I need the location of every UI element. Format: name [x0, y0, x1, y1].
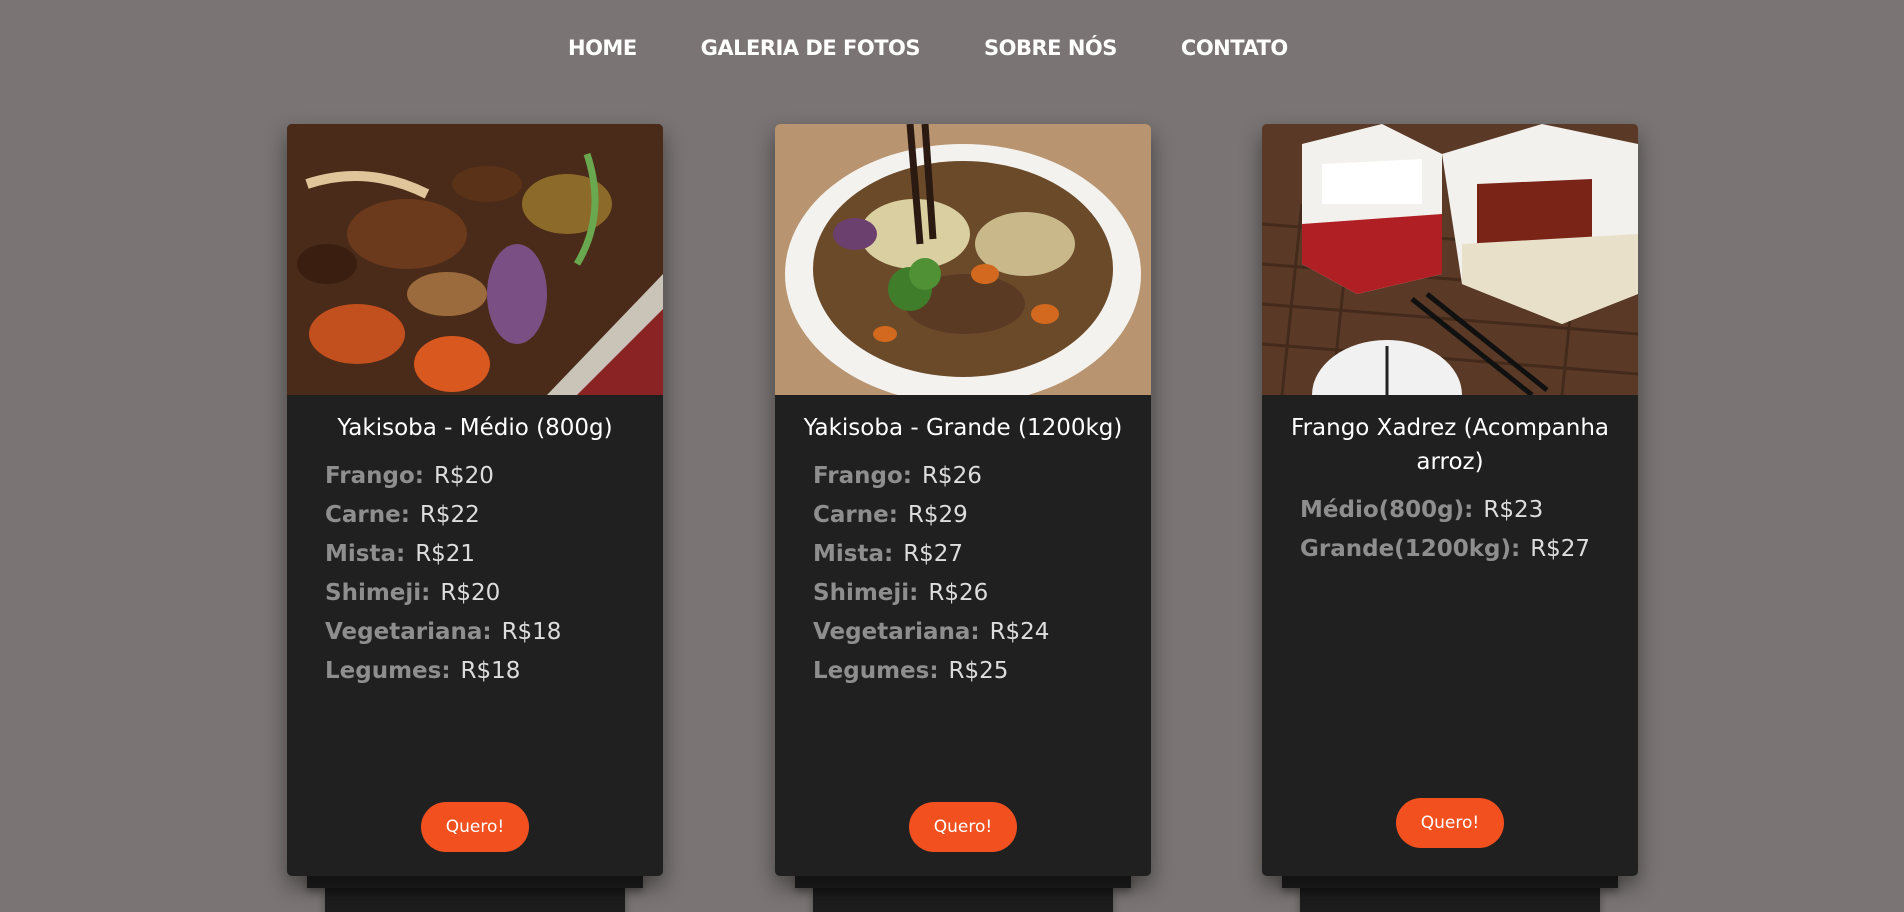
- price-value: R$24: [989, 619, 1050, 645]
- card-stack-shadow: [307, 874, 643, 888]
- price-value: R$20: [433, 463, 494, 489]
- card-stack-shadow: [325, 886, 625, 912]
- price-value: R$23: [1483, 497, 1544, 523]
- price-row: Vegetariana: R$18: [325, 613, 663, 652]
- price-list: Frango: R$20 Carne: R$22 Mista: R$21 Shimej…: [287, 457, 663, 691]
- price-row: Mista: R$27: [813, 535, 1151, 574]
- card-body: Frango Xadrez (Acompanha arroz) Médio(80…: [1262, 124, 1638, 876]
- price-label: Médio(800g):: [1300, 497, 1474, 523]
- price-value: R$26: [921, 463, 982, 489]
- main-nav: HOME GALERIA DE FOTOS SOBRE NÓS CONTATO: [568, 36, 1352, 60]
- price-list: Frango: R$26 Carne: R$29 Mista: R$27 Shimej…: [775, 457, 1151, 691]
- price-label: Legumes:: [325, 658, 451, 684]
- card-body: Yakisoba - Grande (1200kg) Frango: R$26 C…: [775, 124, 1151, 876]
- price-row: Grande(1200kg): R$27: [1300, 530, 1638, 569]
- price-row: Carne: R$22: [325, 496, 663, 535]
- price-row: Carne: R$29: [813, 496, 1151, 535]
- price-value: R$26: [928, 580, 989, 606]
- price-row: Frango: R$26: [813, 457, 1151, 496]
- price-value: R$18: [460, 658, 521, 684]
- card-title: Yakisoba - Grande (1200kg): [803, 415, 1123, 441]
- order-button[interactable]: Quero!: [1396, 798, 1504, 848]
- price-label: Vegetariana:: [325, 619, 492, 645]
- price-row: Shimeji: R$20: [325, 574, 663, 613]
- price-value: R$29: [907, 502, 968, 528]
- price-label: Mista:: [325, 541, 406, 567]
- price-row: Legumes: R$18: [325, 652, 663, 691]
- price-value: R$27: [903, 541, 964, 567]
- frango-xadrez-photo: [1262, 124, 1638, 395]
- price-label: Shimeji:: [813, 580, 919, 606]
- page: HOME GALERIA DE FOTOS SOBRE NÓS CONTATO: [0, 0, 1904, 912]
- card-stack-shadow: [1300, 886, 1600, 912]
- price-row: Médio(800g): R$23: [1300, 491, 1638, 530]
- price-list: Médio(800g): R$23 Grande(1200kg): R$27: [1262, 491, 1638, 569]
- price-row: Shimeji: R$26: [813, 574, 1151, 613]
- card-title: Frango Xadrez (Acompanha arroz): [1291, 415, 1609, 475]
- price-label: Carne:: [325, 502, 410, 528]
- price-label: Mista:: [813, 541, 894, 567]
- price-label: Legumes:: [813, 658, 939, 684]
- price-value: R$22: [419, 502, 480, 528]
- price-value: R$25: [948, 658, 1009, 684]
- price-label: Vegetariana:: [813, 619, 980, 645]
- price-label: Frango:: [325, 463, 424, 489]
- price-value: R$20: [440, 580, 501, 606]
- order-button[interactable]: Quero!: [909, 802, 1017, 852]
- card-stack-shadow: [795, 874, 1131, 888]
- nav-home-link[interactable]: HOME: [568, 36, 637, 60]
- price-row: Legumes: R$25: [813, 652, 1151, 691]
- nav-gallery-link[interactable]: GALERIA DE FOTOS: [701, 36, 921, 60]
- yakisoba-grande-photo: [775, 124, 1151, 395]
- price-label: Frango:: [813, 463, 912, 489]
- price-row: Frango: R$20: [325, 457, 663, 496]
- price-label: Carne:: [813, 502, 898, 528]
- order-button[interactable]: Quero!: [421, 802, 529, 852]
- price-row: Vegetariana: R$24: [813, 613, 1151, 652]
- nav-contact-link[interactable]: CONTATO: [1181, 36, 1288, 60]
- price-label: Grande(1200kg):: [1300, 536, 1521, 562]
- card-title: Yakisoba - Médio (800g): [337, 415, 613, 441]
- yakisoba-medio-photo: [287, 124, 663, 395]
- price-label: Shimeji:: [325, 580, 431, 606]
- card-body: Yakisoba - Médio (800g) Frango: R$20 Carn…: [287, 124, 663, 876]
- price-value: R$27: [1530, 536, 1591, 562]
- card-stack-shadow: [1282, 874, 1618, 888]
- price-value: R$21: [415, 541, 476, 567]
- nav-about-link[interactable]: SOBRE NÓS: [984, 36, 1117, 60]
- card-stack-shadow: [813, 886, 1113, 912]
- price-value: R$18: [501, 619, 562, 645]
- price-row: Mista: R$21: [325, 535, 663, 574]
